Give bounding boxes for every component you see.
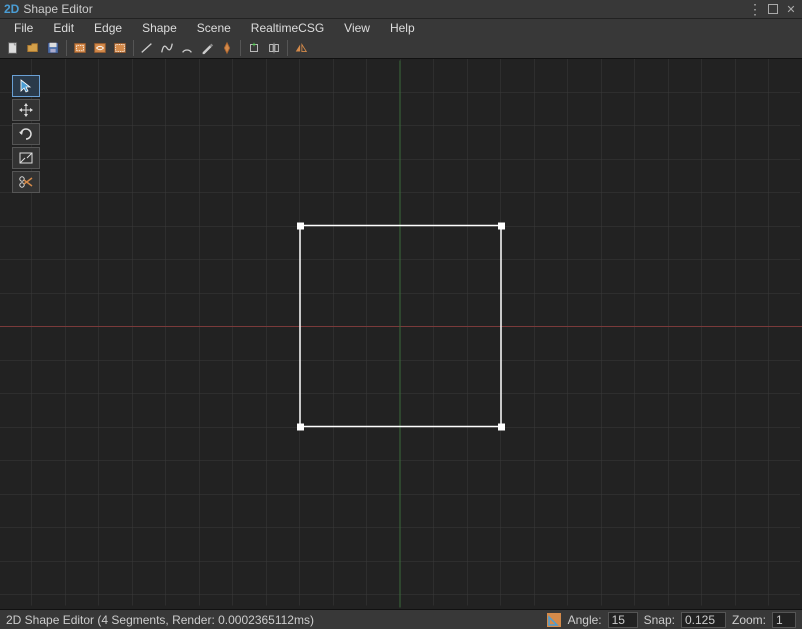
vertex-handle[interactable] bbox=[498, 424, 505, 431]
cut-tool[interactable] bbox=[12, 171, 40, 193]
menu-edge[interactable]: Edge bbox=[84, 19, 132, 37]
menu-help[interactable]: Help bbox=[380, 19, 425, 37]
menu-view[interactable]: View bbox=[334, 19, 380, 37]
new-icon[interactable] bbox=[4, 40, 22, 56]
title-text: Shape Editor bbox=[23, 2, 92, 16]
vertex-handle[interactable] bbox=[297, 223, 304, 230]
status-bar: 2D Shape Editor (4 Segments, Render: 0.0… bbox=[0, 609, 802, 629]
move-tool[interactable] bbox=[12, 99, 40, 121]
vertex-handle[interactable] bbox=[297, 424, 304, 431]
arc-icon[interactable] bbox=[178, 40, 196, 56]
bezier-icon[interactable] bbox=[158, 40, 176, 56]
menu-scene[interactable]: Scene bbox=[187, 19, 241, 37]
snap-label: Snap: bbox=[644, 613, 675, 627]
side-toolbar bbox=[12, 75, 40, 193]
close-button[interactable] bbox=[784, 2, 798, 16]
save-icon[interactable] bbox=[44, 40, 62, 56]
select-rect-icon[interactable] bbox=[71, 40, 89, 56]
angle-snap-icon[interactable] bbox=[546, 612, 562, 628]
maximize-button[interactable] bbox=[766, 2, 780, 16]
pencil-icon[interactable] bbox=[198, 40, 216, 56]
mirror-icon[interactable] bbox=[292, 40, 310, 56]
title-bar: 2D Shape Editor bbox=[0, 0, 802, 19]
canvas[interactable] bbox=[0, 59, 802, 609]
title-prefix: 2D bbox=[4, 2, 19, 16]
status-text: 2D Shape Editor (4 Segments, Render: 0.0… bbox=[6, 613, 540, 627]
menu-shape[interactable]: Shape bbox=[132, 19, 187, 37]
toolbar bbox=[0, 38, 802, 59]
snap-input[interactable] bbox=[681, 612, 726, 628]
zoom-label: Zoom: bbox=[732, 613, 766, 627]
open-icon[interactable] bbox=[24, 40, 42, 56]
menu-bar: File Edit Edge Shape Scene RealtimeCSG V… bbox=[0, 19, 802, 38]
grid-svg bbox=[0, 59, 802, 609]
select-all-icon[interactable] bbox=[111, 40, 129, 56]
flip-icon[interactable] bbox=[265, 40, 283, 56]
pen-icon[interactable] bbox=[218, 40, 236, 56]
vertex-handle[interactable] bbox=[498, 223, 505, 230]
angle-label: Angle: bbox=[568, 613, 602, 627]
angle-input[interactable] bbox=[608, 612, 638, 628]
workspace bbox=[0, 59, 802, 609]
menu-realtimecsg[interactable]: RealtimeCSG bbox=[241, 19, 334, 37]
zoom-input[interactable] bbox=[772, 612, 796, 628]
select-free-icon[interactable] bbox=[91, 40, 109, 56]
menu-edit[interactable]: Edit bbox=[43, 19, 84, 37]
add-icon[interactable] bbox=[245, 40, 263, 56]
pointer-tool[interactable] bbox=[12, 75, 40, 97]
scale-tool[interactable] bbox=[12, 147, 40, 169]
line-icon[interactable] bbox=[138, 40, 156, 56]
rotate-tool[interactable] bbox=[12, 123, 40, 145]
menu-file[interactable]: File bbox=[4, 19, 43, 37]
options-icon[interactable] bbox=[748, 2, 762, 16]
